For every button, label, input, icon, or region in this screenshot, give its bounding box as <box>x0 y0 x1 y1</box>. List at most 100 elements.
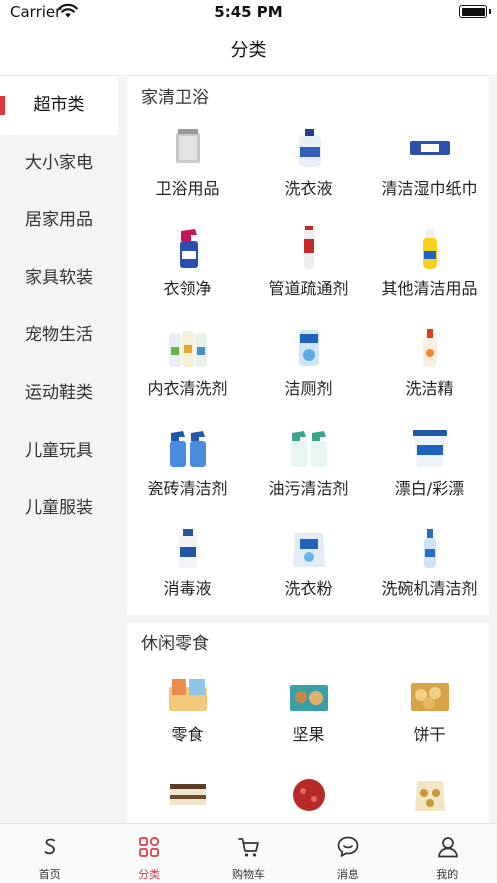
grid-item-label: 洗碗机清洁剂 <box>381 579 478 598</box>
cart-icon <box>237 838 259 857</box>
grid-item-label: 洗衣液 <box>284 179 333 198</box>
bleach-image <box>413 430 447 467</box>
grid-item-underwear-detergent[interactable]: 内衣清洗剂 <box>127 315 248 415</box>
grid-item-dish-soap[interactable]: 洗洁精 <box>369 315 490 415</box>
grid-item-label: 坚果 <box>292 725 325 744</box>
dish-soap-image <box>423 329 437 367</box>
grid-item-other-cleaner[interactable]: 其他清洁用品 <box>369 215 490 315</box>
tab-profile[interactable]: 我的 <box>398 824 497 883</box>
tab-messages[interactable]: 消息 <box>298 824 397 883</box>
chocolate-box-image <box>415 781 445 811</box>
section-title: 家清卫浴 <box>141 88 209 108</box>
grid-item-label: 管道疏通剂 <box>268 279 349 298</box>
nuts-image <box>290 685 328 711</box>
grid-item-wet-wipes[interactable]: 清洁湿巾纸巾 <box>369 115 490 215</box>
tab-home[interactable]: 首页 <box>0 824 99 883</box>
tab-bar: 首页 分类 购物车 消息 我的 <box>0 823 497 883</box>
grid-item-candy[interactable] <box>248 761 369 823</box>
grid-item-label: 饼干 <box>413 725 446 744</box>
sidebar-item-pets[interactable]: 宠物生活 <box>0 307 118 365</box>
grid-item-snacks[interactable]: 零食 <box>127 661 248 761</box>
disinfectant-image <box>179 529 197 568</box>
tab-category[interactable]: 分类 <box>99 824 198 883</box>
bath-supplies-image <box>176 129 200 163</box>
message-icon <box>337 836 359 857</box>
other-cleaner-image <box>423 229 437 269</box>
section-snacks: 休闲零食 零食 坚果 饼干 <box>127 623 489 823</box>
candy-image <box>293 779 325 811</box>
sidebar-item-furniture[interactable]: 家具软装 <box>0 250 118 308</box>
sidebar-item-label: 运动鞋类 <box>25 382 93 403</box>
grid-item-label: 洗洁精 <box>405 379 454 398</box>
grid-item-nuts[interactable]: 坚果 <box>248 661 369 761</box>
grid-item-label: 漂白/彩漂 <box>394 479 465 498</box>
nav-bar: 分类 <box>0 26 497 76</box>
wet-wipes-image <box>410 141 450 155</box>
biscuits-image <box>411 683 449 711</box>
sidebar-item-kids-toys[interactable]: 儿童玩具 <box>0 423 118 481</box>
grid-item-label: 零食 <box>171 725 204 744</box>
sidebar-item-label: 大小家电 <box>25 152 93 173</box>
sidebar-item-supermarket[interactable]: 超市类 <box>0 77 118 135</box>
tile-cleaner-image <box>170 431 206 467</box>
grid-item-label: 洗衣粉 <box>284 579 333 598</box>
snacks-image <box>169 679 207 711</box>
sidebar-item-household[interactable]: 居家用品 <box>0 192 118 250</box>
tab-label: 购物车 <box>231 868 265 881</box>
grid-item-label: 内衣清洗剂 <box>147 379 228 398</box>
grid-item-label: 洁厕剂 <box>284 379 333 398</box>
sidebar-item-label: 超市类 <box>33 95 85 115</box>
degreaser-image <box>291 431 327 467</box>
category-sidebar: 超市类 大小家电 居家用品 家具软装 宠物生活 运动鞋类 儿童玩具 儿童服装 <box>0 77 118 823</box>
status-time: 5:45 PM <box>214 3 283 21</box>
grid-item-toilet-cleaner[interactable]: 洁厕剂 <box>248 315 369 415</box>
laundry-liquid-image <box>299 129 321 167</box>
grid-item-laundry-liquid[interactable]: 洗衣液 <box>248 115 369 215</box>
sidebar-item-label: 宠物生活 <box>25 325 93 346</box>
category-grid-icon <box>139 836 160 857</box>
grid-item-label: 油污清洁剂 <box>268 479 349 498</box>
tab-label: 分类 <box>138 868 161 881</box>
grid-item-degreaser[interactable]: 油污清洁剂 <box>248 415 369 515</box>
grid-item-label: 清洁湿巾纸巾 <box>381 179 478 198</box>
grid-item-bath-supplies[interactable]: 卫浴用品 <box>127 115 248 215</box>
drain-cleaner-image <box>304 226 314 269</box>
grid-item-label: 衣领净 <box>163 279 212 298</box>
grid-item-disinfectant[interactable]: 消毒液 <box>127 515 248 615</box>
grid-item-chocolate[interactable] <box>369 761 490 823</box>
tab-label: 我的 <box>436 868 459 881</box>
home-s-icon <box>44 838 55 855</box>
status-bar: Carrier 5:45 PM <box>0 0 497 26</box>
battery-icon <box>459 5 487 18</box>
grid-item-bleach[interactable]: 漂白/彩漂 <box>369 415 490 515</box>
tab-cart[interactable]: 购物车 <box>199 824 298 883</box>
grid-item-collar-cleaner[interactable]: 衣领净 <box>127 215 248 315</box>
grid-item-cake[interactable] <box>127 761 248 823</box>
sidebar-item-sports-shoes[interactable]: 运动鞋类 <box>0 365 118 423</box>
tab-label: 消息 <box>336 868 359 881</box>
dishwasher-cleaner-image <box>424 529 436 568</box>
section-home-cleaning: 家清卫浴 卫浴用品 洗衣液 清洁湿巾纸巾 衣领净 管道疏通剂 其他清洁用品 内衣… <box>127 77 489 615</box>
grid-item-biscuits[interactable]: 饼干 <box>369 661 490 761</box>
sidebar-item-label: 家具软装 <box>25 267 93 288</box>
grid-item-label: 卫浴用品 <box>155 179 220 198</box>
grid-item-washing-powder[interactable]: 洗衣粉 <box>248 515 369 615</box>
toilet-cleaner-image <box>299 330 319 366</box>
grid-item-label: 其他清洁用品 <box>381 279 478 298</box>
section-title: 休闲零食 <box>141 634 209 654</box>
sidebar-item-label: 儿童玩具 <box>25 440 93 461</box>
grid-item-dishwasher-cleaner[interactable]: 洗碗机清洁剂 <box>369 515 490 615</box>
sidebar-item-kids-clothing[interactable]: 儿童服装 <box>0 480 118 538</box>
collar-cleaner-image <box>180 229 198 268</box>
category-content: 家清卫浴 卫浴用品 洗衣液 清洁湿巾纸巾 衣领净 管道疏通剂 其他清洁用品 内衣… <box>118 77 497 823</box>
grid-item-label: 瓷砖清洁剂 <box>147 479 228 498</box>
profile-icon <box>437 837 458 858</box>
sidebar-item-appliances[interactable]: 大小家电 <box>0 135 118 193</box>
grid-item-drain-cleaner[interactable]: 管道疏通剂 <box>248 215 369 315</box>
grid-item-tile-cleaner[interactable]: 瓷砖清洁剂 <box>127 415 248 515</box>
sidebar-item-label: 儿童服装 <box>25 498 93 519</box>
tab-label: 首页 <box>38 868 61 881</box>
cake-image <box>170 784 206 805</box>
sidebar-item-label: 居家用品 <box>25 210 93 231</box>
page-title: 分类 <box>230 40 267 61</box>
